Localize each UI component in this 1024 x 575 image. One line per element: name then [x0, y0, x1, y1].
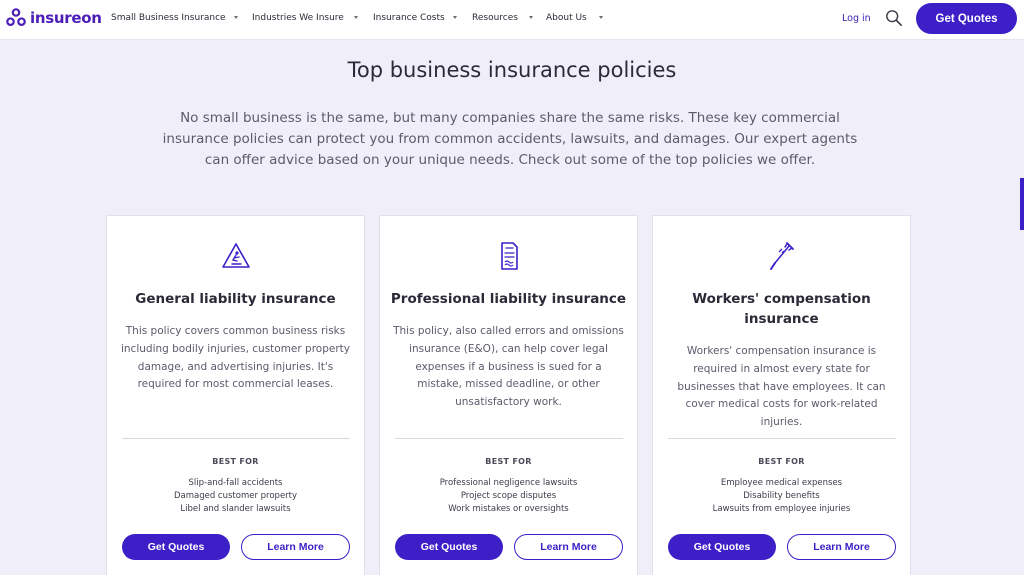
nav-industries-we-insure[interactable]: Industries We Insure — [252, 13, 344, 23]
chevron-down-icon — [234, 16, 238, 19]
card-divider — [668, 438, 896, 439]
chevron-down-icon — [599, 16, 603, 19]
page-title: Top business insurance policies — [347, 58, 677, 82]
card-title: General liability insurance — [135, 291, 336, 307]
crutch-icon — [769, 242, 794, 270]
get-quotes-header-button[interactable]: Get Quotes — [916, 3, 1017, 34]
search-icon[interactable] — [885, 9, 903, 27]
feedback-side-tab[interactable] — [1020, 178, 1024, 230]
chevron-down-icon — [354, 16, 358, 19]
best-for-item: Lawsuits from employee injuries — [712, 504, 851, 514]
get-quotes-button[interactable]: Get Quotes — [395, 534, 503, 560]
card-divider — [122, 438, 350, 439]
card-title: Professional liability insurance — [390, 291, 627, 307]
best-for-item: Project scope disputes — [460, 491, 557, 501]
best-for-label: BEST FOR — [212, 457, 259, 466]
card-title: Workers' compensation insurance — [692, 291, 871, 327]
chevron-down-icon — [453, 16, 457, 19]
best-for-list: Employee medical expenses Disability ben… — [653, 477, 910, 516]
intro-text: No small business is the same, but many … — [162, 110, 858, 168]
policy-card-professional-liability: Professional liability insurance This po… — [379, 215, 638, 575]
best-for-item: Work mistakes or oversights — [448, 504, 569, 514]
best-for-list: Professional negligence lawsuits Project… — [380, 477, 637, 516]
learn-more-button[interactable]: Learn More — [787, 534, 896, 560]
best-for-item: Damaged customer property — [173, 491, 298, 501]
get-quotes-button[interactable]: Get Quotes — [122, 534, 230, 560]
document-icon — [500, 242, 518, 270]
learn-more-button[interactable]: Learn More — [241, 534, 350, 560]
card-description: Workers' compensation insurance is requi… — [677, 345, 886, 429]
site-header: insureon Small Business Insurance Indust… — [0, 0, 1024, 40]
card-description: This policy covers common business risks… — [120, 325, 350, 391]
nav-insurance-costs[interactable]: Insurance Costs — [373, 13, 445, 23]
best-for-item: Libel and slander lawsuits — [180, 504, 291, 514]
best-for-item: Slip-and-fall accidents — [188, 478, 283, 488]
best-for-label: BEST FOR — [485, 457, 532, 466]
card-description: This policy, also called errors and omis… — [393, 325, 624, 409]
logo-icon — [6, 8, 26, 26]
best-for-label: BEST FOR — [758, 457, 805, 466]
policy-card-general-liability: General liability insurance This policy … — [106, 215, 365, 575]
best-for-item: Disability benefits — [743, 491, 820, 501]
card-divider — [395, 438, 623, 439]
policy-card-workers-compensation: Workers' compensation insurance Workers'… — [652, 215, 911, 575]
best-for-item: Professional negligence lawsuits — [439, 478, 578, 488]
logo-text: insureon — [30, 9, 102, 27]
logo[interactable]: insureon — [5, 6, 102, 30]
nav-small-business-insurance[interactable]: Small Business Insurance — [111, 13, 226, 23]
best-for-item: Employee medical expenses — [720, 478, 843, 488]
nav-about-us[interactable]: About Us — [546, 13, 587, 23]
login-link[interactable]: Log in — [842, 13, 871, 24]
learn-more-button[interactable]: Learn More — [514, 534, 623, 560]
get-quotes-button[interactable]: Get Quotes — [668, 534, 776, 560]
nav-resources[interactable]: Resources — [472, 13, 518, 23]
best-for-list: Slip-and-fall accidents Damaged customer… — [107, 477, 364, 516]
slip-hazard-icon — [221, 243, 250, 268]
chevron-down-icon — [529, 16, 533, 19]
